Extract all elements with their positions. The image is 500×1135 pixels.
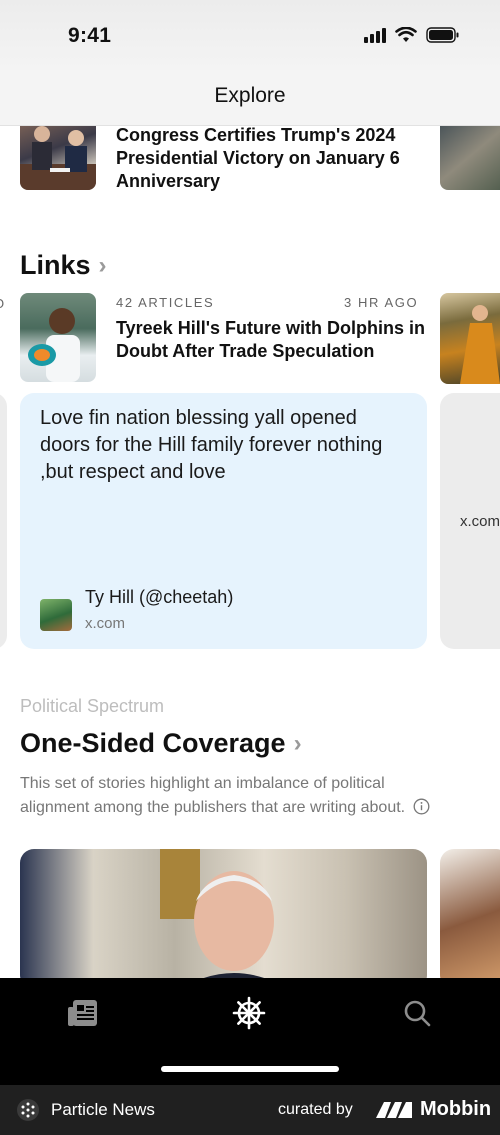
newspaper-icon[interactable]: [67, 998, 99, 1028]
footer-app-name: Particle News: [51, 1100, 155, 1119]
section-description: This set of stories highlight an imbalan…: [20, 772, 440, 820]
tweet-text: Love fin nation blessing yall opened doo…: [40, 407, 383, 483]
footer-bar: Particle News curated by Mobbin: [0, 1085, 500, 1135]
chevron-right-icon: ›: [293, 729, 302, 757]
author-avatar: [40, 599, 72, 631]
section-title-one-sided[interactable]: One-Sided Coverage ›: [20, 728, 302, 759]
tweet-author: Ty Hill (@cheetah): [85, 587, 234, 607]
signal-icon: [364, 27, 386, 43]
tab-bar: [0, 978, 500, 1085]
article-count: 42 ARTICLES: [116, 295, 215, 310]
footer-curated-label: curated by: [278, 1101, 353, 1118]
next-card-source: x.com: [460, 513, 500, 530]
story-thumbnail[interactable]: [20, 126, 96, 190]
footer-brand: Mobbin: [420, 1098, 492, 1120]
status-bar: 9:41: [0, 0, 500, 70]
chevron-right-icon: ›: [98, 251, 107, 279]
links-story-headline[interactable]: Tyreek Hill's Future with Dolphins in Do…: [116, 317, 431, 363]
next-card[interactable]: x.com: [440, 393, 500, 649]
congress-photo-icon: [20, 126, 96, 190]
previous-card[interactable]: [0, 393, 7, 649]
particle-logo-icon: [17, 1099, 39, 1121]
next-link-thumbnail[interactable]: [440, 293, 500, 384]
next-coverage-image[interactable]: [440, 849, 500, 978]
top-story-headline[interactable]: Congress Certifies Trump's 2024 Presiden…: [116, 126, 416, 193]
ship-wheel-icon[interactable]: [232, 996, 266, 1030]
tweet-card[interactable]: Love fin nation blessing yall opened doo…: [20, 393, 427, 649]
tweet-source: x.com: [85, 615, 126, 632]
explore-feed[interactable]: Congress Certifies Trump's 2024 Presiden…: [0, 126, 500, 978]
one-sided-title: One-Sided Coverage: [20, 728, 286, 758]
status-icons: [364, 27, 460, 43]
links-title: Links: [20, 250, 91, 280]
mobbin-logo-icon: [376, 1102, 412, 1118]
status-time: 9:41: [68, 24, 112, 47]
wifi-icon: [395, 27, 417, 42]
section-title-links[interactable]: Links ›: [20, 250, 107, 281]
left-story-meta: O: [0, 296, 6, 311]
home-indicator: [161, 1066, 339, 1072]
football-player-photo-icon: [28, 308, 80, 382]
section-description-text: This set of stories highlight an imbalan…: [20, 775, 406, 816]
politician-photo-icon: [160, 849, 274, 978]
nav-bar: Explore: [0, 70, 500, 126]
next-story-thumbnail[interactable]: [440, 126, 500, 190]
story-thumbnail[interactable]: [20, 293, 96, 382]
info-icon[interactable]: [413, 798, 430, 815]
search-icon[interactable]: [403, 999, 431, 1027]
gala-photo-icon: [460, 305, 500, 384]
page-title: Explore: [214, 84, 286, 107]
story-time-ago: 3 HR AGO: [344, 295, 419, 310]
battery-icon: [426, 27, 459, 43]
coverage-story-image[interactable]: [20, 849, 427, 978]
section-kicker: Political Spectrum: [20, 696, 165, 716]
